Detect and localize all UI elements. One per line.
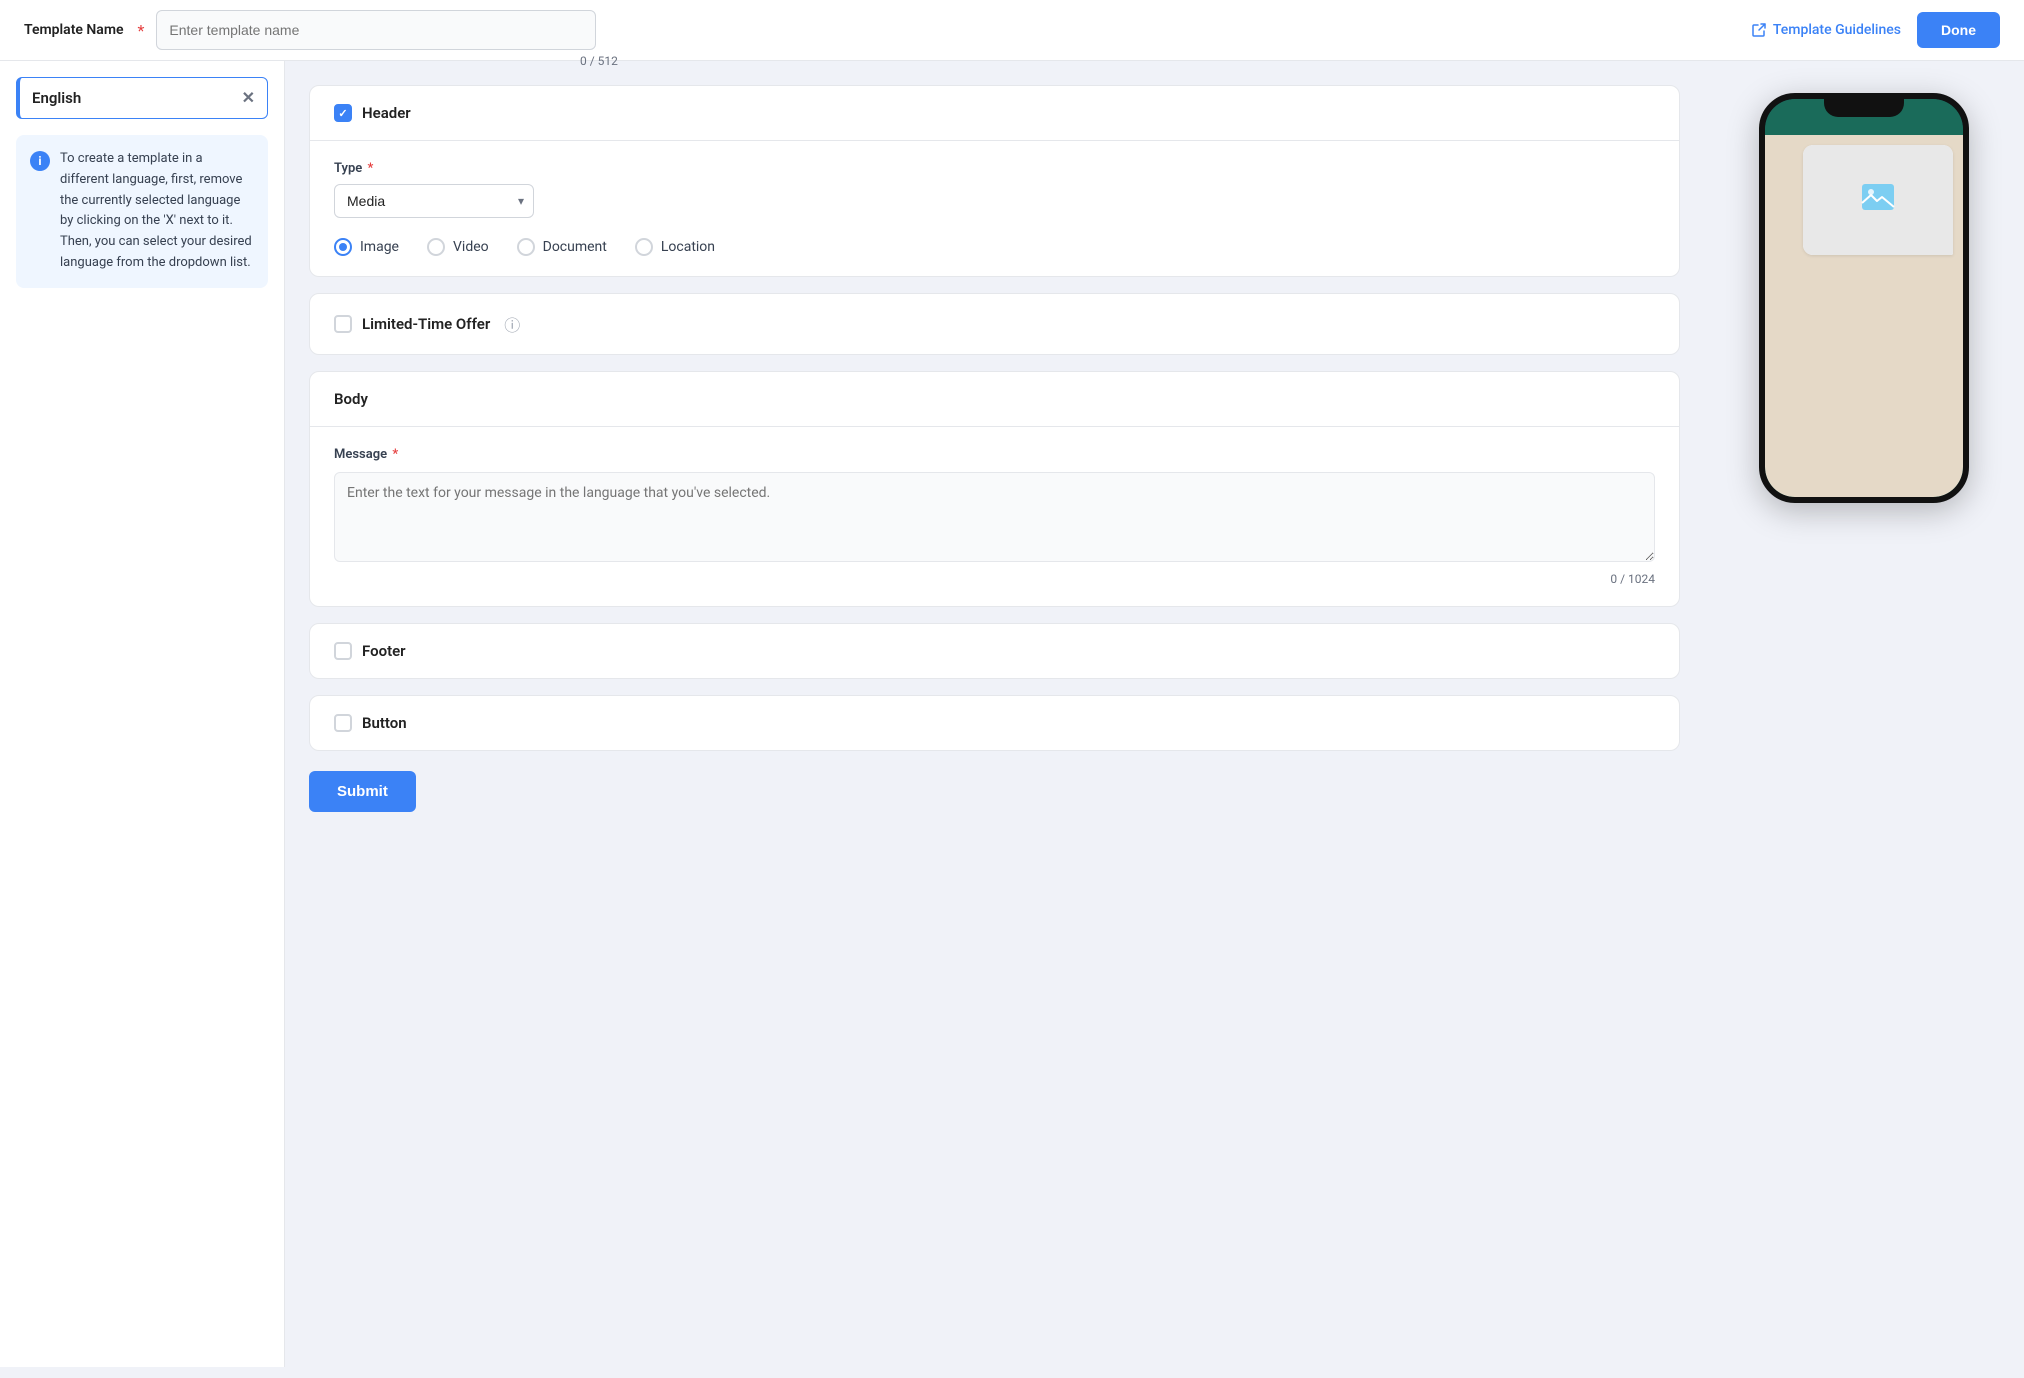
- right-panel: [1704, 61, 2024, 1367]
- radio-document[interactable]: Document: [517, 238, 607, 256]
- radio-circle-image: [334, 238, 352, 256]
- lto-help-icon: ⓘ: [504, 312, 520, 336]
- radio-circle-document: [517, 238, 535, 256]
- image-placeholder: [1803, 145, 1953, 255]
- top-bar: Template Name * 0 / 512 Template Guideli…: [0, 0, 2024, 61]
- info-box: i To create a template in a different la…: [16, 135, 268, 288]
- center-content: ✓ Header Type * Text Media None ▾: [285, 61, 1704, 1367]
- phone-mockup: [1759, 93, 1969, 503]
- radio-label-video: Video: [453, 239, 489, 255]
- language-tag: English ✕: [16, 77, 268, 119]
- footer-card: Footer: [309, 623, 1680, 679]
- radio-label-image: Image: [360, 239, 399, 255]
- message-textarea[interactable]: [334, 472, 1655, 562]
- radio-location[interactable]: Location: [635, 238, 715, 256]
- body-card: Body Message * 0 / 1024: [309, 371, 1680, 607]
- limited-time-offer-card: Limited-Time Offer ⓘ: [309, 293, 1680, 355]
- chat-bubble: [1803, 145, 1953, 255]
- required-star: *: [138, 21, 145, 40]
- body-section-title: Body: [334, 390, 368, 408]
- type-select-wrapper: Text Media None ▾: [334, 184, 534, 218]
- button-card: Button: [309, 695, 1680, 751]
- external-link-icon: [1751, 22, 1767, 38]
- button-checkbox[interactable]: [334, 714, 352, 732]
- template-name-label: Template Name: [24, 22, 124, 38]
- phone-screen: [1765, 99, 1963, 497]
- image-placeholder-icon: [1860, 179, 1896, 222]
- footer-checkbox[interactable]: [334, 642, 352, 660]
- media-type-radio-group: Image Video Document Location: [334, 238, 1655, 256]
- template-guidelines-link[interactable]: Template Guidelines: [1751, 22, 1901, 38]
- guidelines-label: Template Guidelines: [1773, 22, 1901, 38]
- message-char-count: 0 / 1024: [334, 572, 1655, 586]
- footer-title: Footer: [362, 642, 406, 660]
- type-label: Type *: [334, 161, 1655, 176]
- lto-checkbox[interactable]: [334, 315, 352, 333]
- type-select[interactable]: Text Media None: [334, 184, 534, 218]
- header-section-body: Type * Text Media None ▾: [310, 141, 1679, 276]
- submit-button[interactable]: Submit: [309, 771, 416, 812]
- phone-notch: [1824, 99, 1904, 117]
- body-section-header: Body: [310, 372, 1679, 426]
- header-section-header: ✓ Header: [310, 86, 1679, 140]
- button-section-header: Button: [310, 696, 1679, 750]
- lto-title: Limited-Time Offer: [362, 315, 490, 333]
- header-card: ✓ Header Type * Text Media None ▾: [309, 85, 1680, 277]
- sidebar: English ✕ i To create a template in a di…: [0, 61, 285, 1367]
- radio-video[interactable]: Video: [427, 238, 489, 256]
- button-title: Button: [362, 714, 407, 732]
- header-checkbox[interactable]: ✓: [334, 104, 352, 122]
- radio-circle-video: [427, 238, 445, 256]
- footer-section-header: Footer: [310, 624, 1679, 678]
- top-bar-right: Template Guidelines Done: [1751, 12, 2000, 48]
- radio-inner-image: [339, 243, 347, 251]
- info-text: To create a template in a different lang…: [60, 149, 254, 274]
- lto-section-header: Limited-Time Offer ⓘ: [310, 294, 1679, 354]
- check-mark: ✓: [338, 107, 347, 120]
- message-label: Message *: [334, 447, 1655, 462]
- body-section-body: Message * 0 / 1024: [310, 427, 1679, 606]
- template-name-char-count: 0 / 512: [580, 54, 618, 68]
- radio-label-location: Location: [661, 239, 715, 255]
- info-icon: i: [30, 151, 50, 171]
- done-button[interactable]: Done: [1917, 12, 2000, 48]
- phone-chat-area: [1765, 135, 1963, 497]
- radio-label-document: Document: [543, 239, 607, 255]
- type-required-star: *: [368, 161, 374, 176]
- template-name-input[interactable]: [156, 10, 596, 50]
- language-name: English: [32, 89, 81, 107]
- radio-circle-location: [635, 238, 653, 256]
- remove-language-button[interactable]: ✕: [242, 88, 255, 108]
- message-required-star: *: [392, 447, 398, 462]
- header-section-title: Header: [362, 104, 411, 122]
- radio-image[interactable]: Image: [334, 238, 399, 256]
- main-layout: English ✕ i To create a template in a di…: [0, 61, 2024, 1367]
